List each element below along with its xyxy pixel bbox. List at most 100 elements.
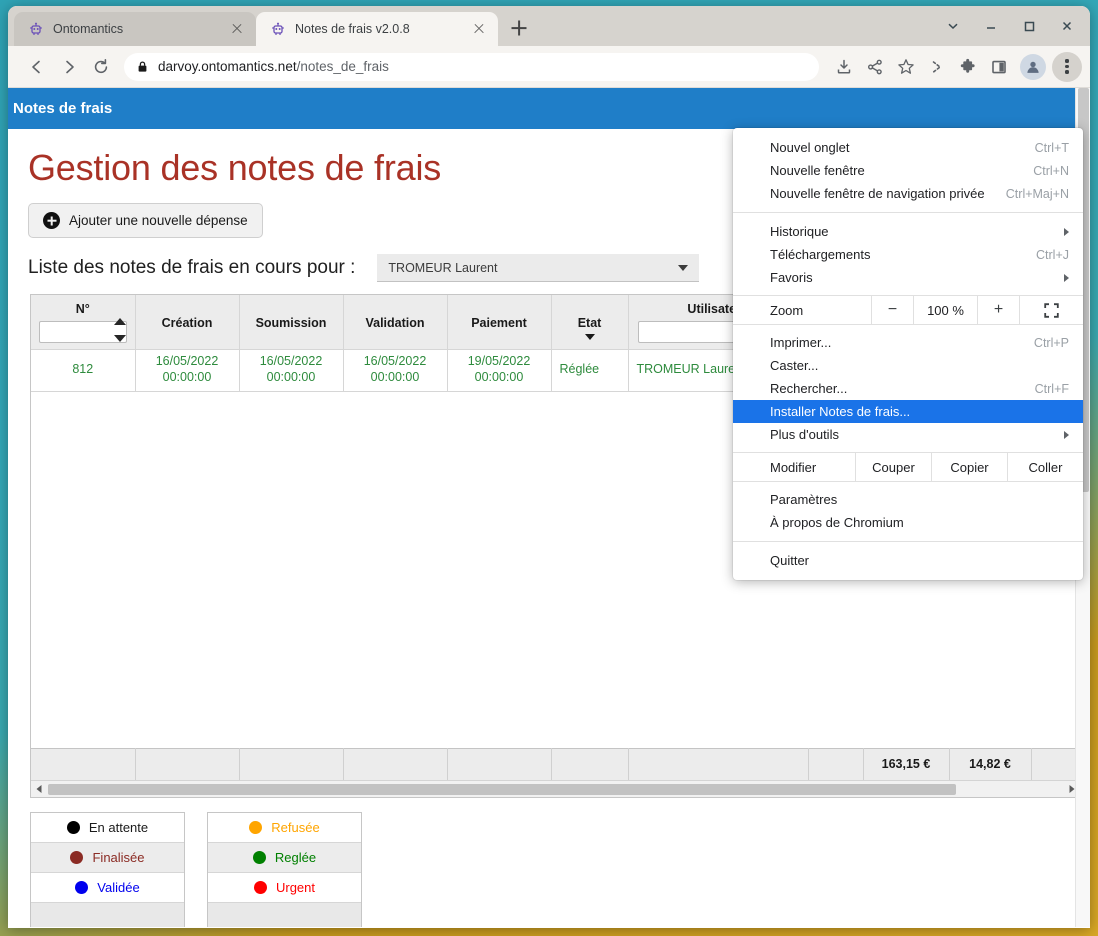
menu-item-navigation-privee[interactable]: Nouvelle fenêtre de navigation privée Ct… — [733, 182, 1083, 205]
menu-label: Historique — [770, 224, 829, 239]
creation-date: 16/05/2022 — [155, 354, 219, 369]
paiement-date: 19/05/2022 — [467, 354, 531, 369]
column-label: Soumission — [255, 315, 327, 330]
menu-label: Nouvelle fenêtre de navigation privée — [770, 186, 985, 201]
maximize-icon[interactable] — [1010, 7, 1048, 45]
menu-item-rechercher[interactable]: Rechercher... Ctrl+F — [733, 377, 1083, 400]
chrome-main-menu: Nouvel onglet Ctrl+T Nouvelle fenêtre Ct… — [733, 128, 1083, 580]
menu-item-nouvelle-fenetre[interactable]: Nouvelle fenêtre Ctrl+N — [733, 159, 1083, 182]
chevron-down-icon[interactable] — [934, 7, 972, 45]
cell-validation: 16/05/2022 00:00:00 — [343, 349, 448, 392]
paiement-time: 00:00:00 — [474, 370, 524, 384]
cell-paiement: 19/05/2022 00:00:00 — [447, 349, 552, 392]
close-icon[interactable] — [1048, 7, 1086, 45]
share-icon[interactable] — [860, 52, 890, 82]
column-header-etat[interactable]: Etat — [551, 295, 629, 350]
column-label: Validation — [365, 315, 425, 330]
url-path: /notes_de_frais — [296, 59, 389, 74]
menu-item-parametres[interactable]: Paramètres — [733, 488, 1083, 511]
chevron-down-icon[interactable] — [584, 333, 595, 340]
cut-button[interactable]: Couper — [855, 452, 931, 482]
back-arrow-icon[interactable] — [22, 52, 52, 82]
extensions-puzzle-icon[interactable] — [953, 52, 983, 82]
fullscreen-icon[interactable] — [1019, 295, 1083, 325]
bookmark-star-icon[interactable] — [891, 52, 921, 82]
add-expense-label: Ajouter une nouvelle dépense — [69, 213, 248, 228]
edit-label: Modifier — [770, 459, 817, 475]
column-header-paiement[interactable]: Paiement — [447, 295, 552, 350]
add-expense-button[interactable]: Ajouter une nouvelle dépense — [28, 203, 263, 238]
column-label: Création — [161, 315, 213, 330]
profile-avatar-icon[interactable] — [1020, 53, 1046, 80]
chrome-labs-icon[interactable] — [922, 52, 952, 82]
menu-item-nouvel-onglet[interactable]: Nouvel onglet Ctrl+T — [733, 136, 1083, 159]
column-header-soumission[interactable]: Soumission — [239, 295, 344, 350]
menu-item-historique[interactable]: Historique — [733, 220, 1083, 243]
scrollbar-thumb[interactable] — [48, 783, 956, 795]
close-icon[interactable] — [470, 20, 488, 38]
menu-item-quitter[interactable]: Quitter — [733, 549, 1083, 572]
soumission-time: 00:00:00 — [266, 370, 316, 384]
menu-separator — [733, 541, 1083, 542]
three-dots-menu-icon[interactable] — [1052, 51, 1082, 82]
page-viewport: Notes de frais Gestion des notes de frai… — [8, 88, 1090, 927]
menu-item-telechargements[interactable]: Téléchargements Ctrl+J — [733, 243, 1083, 266]
footer-cell-1 — [31, 747, 136, 780]
browser-toolbar: darvoy.ontomantics.net/notes_de_frais — [8, 46, 1090, 88]
zoom-in-button[interactable]: + — [977, 295, 1019, 325]
footer-cell-7 — [628, 747, 809, 780]
minimize-icon[interactable] — [972, 7, 1010, 45]
column-label: N° — [75, 302, 90, 317]
chevron-right-icon — [1064, 227, 1069, 236]
column-header-numero[interactable]: N° — [31, 295, 136, 350]
new-tab-button[interactable] — [504, 13, 534, 43]
menu-item-favoris[interactable]: Favoris — [733, 266, 1083, 289]
browser-tab-notes-de-frais[interactable]: Notes de frais v2.0.8 — [256, 12, 498, 46]
menu-item-plus-doutils[interactable]: Plus d'outils — [733, 423, 1083, 446]
menu-label: Caster... — [770, 358, 819, 373]
paste-button[interactable]: Coller — [1007, 452, 1083, 482]
reload-icon[interactable] — [86, 52, 116, 82]
status-dot-icon — [253, 881, 267, 894]
zoom-out-button[interactable]: − — [871, 295, 913, 325]
menu-item-imprimer[interactable]: Imprimer... Ctrl+P — [733, 331, 1083, 354]
column-header-validation[interactable]: Validation — [343, 295, 448, 350]
menu-item-caster[interactable]: Caster... — [733, 354, 1083, 377]
tab-strip: Ontomantics Notes de frais v2.0.8 — [8, 6, 1090, 46]
cell-creation: 16/05/2022 00:00:00 — [135, 349, 240, 392]
legend-item-refusee: Refusée — [208, 813, 361, 843]
column-label: Etat — [577, 315, 602, 330]
chevron-down-icon — [678, 264, 689, 271]
footer-total-1: 163,15 € — [863, 747, 950, 780]
toolbar-right-icons — [829, 51, 1082, 82]
close-icon[interactable] — [228, 20, 246, 38]
browser-tab-ontomantics[interactable]: Ontomantics — [14, 12, 256, 46]
numero-spinner[interactable] — [114, 317, 127, 342]
side-panel-icon[interactable] — [984, 52, 1014, 82]
menu-shortcut: Ctrl+T — [1034, 140, 1069, 155]
install-app-icon[interactable] — [829, 52, 859, 82]
user-select-value: TROMEUR Laurent — [388, 260, 498, 275]
menu-label: Nouvel onglet — [770, 140, 850, 155]
copy-button[interactable]: Copier — [931, 452, 1007, 482]
footer-cell-6 — [551, 747, 629, 780]
legend-label: Urgent — [275, 880, 316, 895]
url-host: darvoy.ontomantics.net — [158, 59, 297, 74]
user-select[interactable]: TROMEUR Laurent — [377, 254, 700, 282]
lock-icon — [136, 60, 149, 73]
chevron-right-icon — [1064, 430, 1069, 439]
address-bar[interactable]: darvoy.ontomantics.net/notes_de_frais — [124, 52, 819, 81]
forward-arrow-icon[interactable] — [54, 52, 84, 82]
status-dot-icon — [249, 821, 263, 834]
grid-horizontal-scrollbar[interactable] — [31, 780, 1081, 797]
menu-edit-row: Modifier Couper Copier Coller — [733, 452, 1083, 482]
menu-shortcut: Ctrl+P — [1033, 335, 1069, 350]
column-header-creation[interactable]: Création — [135, 295, 240, 350]
legend-item-validee: Validée — [31, 873, 184, 903]
scroll-left-arrow-icon[interactable] — [31, 781, 46, 798]
menu-item-installer-notes-de-frais[interactable]: Installer Notes de frais... — [733, 400, 1083, 423]
grid-footer: 163,15 € 14,82 € — [31, 747, 1081, 780]
menu-label: Plus d'outils — [770, 427, 839, 442]
window-controls — [934, 6, 1086, 46]
menu-item-a-propos-chromium[interactable]: À propos de Chromium — [733, 511, 1083, 534]
